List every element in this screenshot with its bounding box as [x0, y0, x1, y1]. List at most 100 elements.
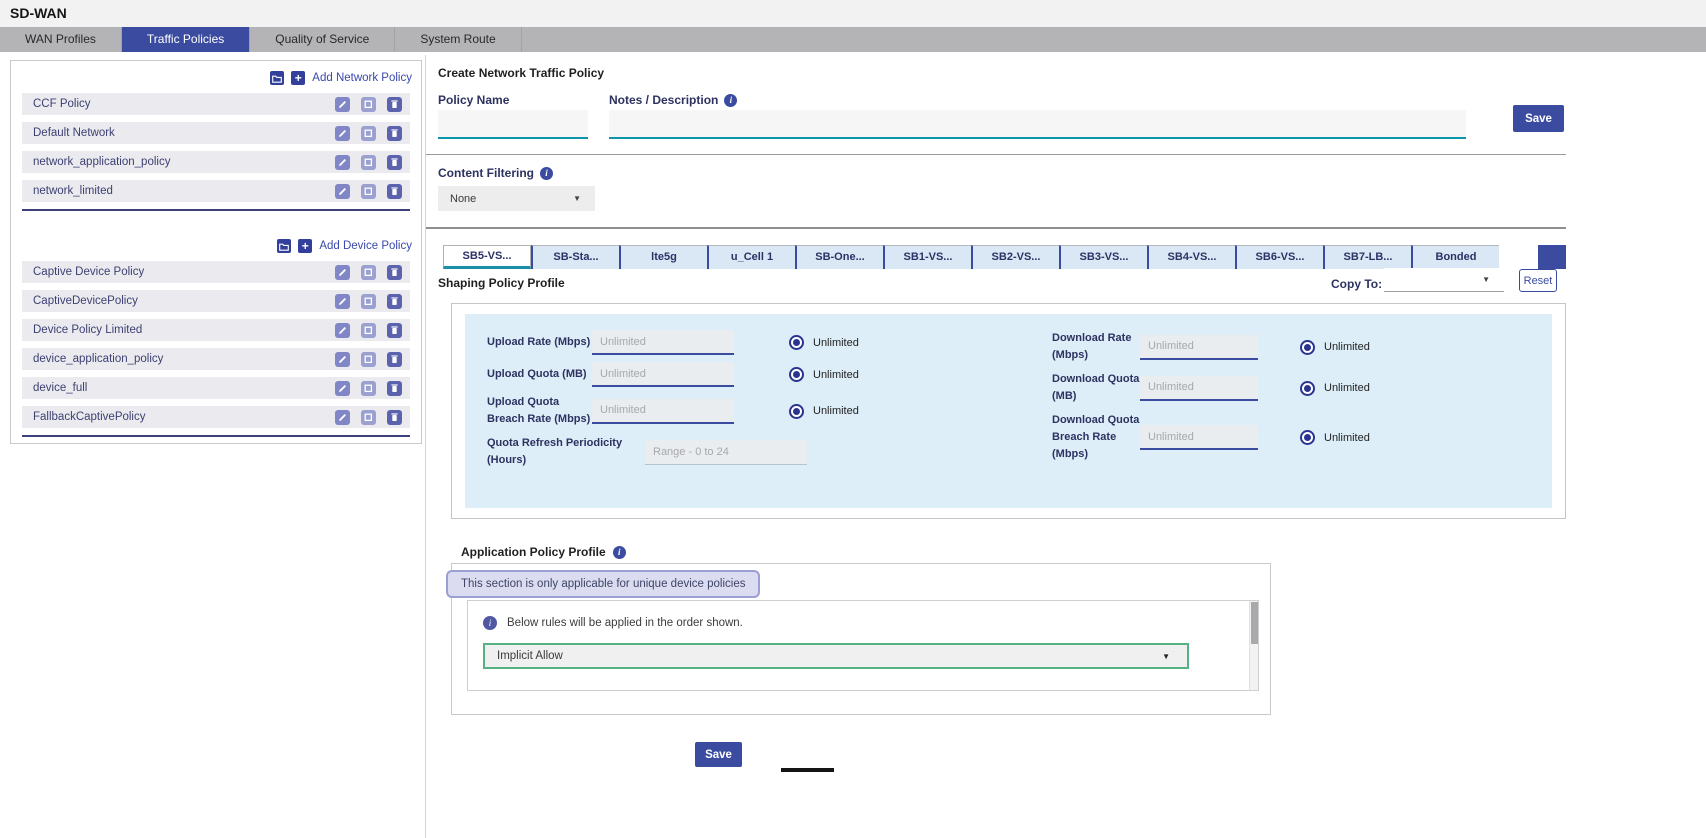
tab-scroll-button[interactable]	[1538, 245, 1566, 269]
download-quota-input[interactable]	[1140, 376, 1258, 401]
scrollbar-thumb[interactable]	[1251, 602, 1258, 644]
unlimited-radio[interactable]	[789, 367, 804, 382]
delete-icon[interactable]	[387, 381, 402, 396]
info-icon[interactable]: i	[613, 546, 626, 559]
divider	[426, 227, 1566, 229]
device-policy-row[interactable]: CaptiveDevicePolicy	[22, 290, 410, 312]
copy-icon[interactable]	[361, 184, 376, 199]
divider	[22, 435, 410, 437]
info-icon: i	[483, 616, 497, 630]
interface-tab[interactable]: SB1-VS...	[883, 245, 971, 269]
unlimited-radio[interactable]	[789, 335, 804, 350]
import-device-policy-button[interactable]	[277, 239, 291, 253]
delete-icon[interactable]	[387, 323, 402, 338]
delete-icon[interactable]	[387, 126, 402, 141]
delete-icon[interactable]	[387, 184, 402, 199]
upload-quota-input[interactable]	[592, 362, 734, 387]
add-network-policy-link[interactable]: Add Network Policy	[312, 72, 412, 84]
network-policy-row[interactable]: Default Network	[22, 122, 410, 144]
delete-icon[interactable]	[387, 352, 402, 367]
interface-tab[interactable]: SB-One...	[795, 245, 883, 269]
delete-icon[interactable]	[387, 294, 402, 309]
reset-button[interactable]: Reset	[1519, 269, 1557, 292]
network-policy-row[interactable]: CCF Policy	[22, 93, 410, 115]
network-policy-row[interactable]: network_limited	[22, 180, 410, 202]
delete-icon[interactable]	[387, 155, 402, 170]
device-policy-row[interactable]: Device Policy Limited	[22, 319, 410, 341]
add-device-policy-button[interactable]: +	[298, 239, 312, 253]
copy-icon[interactable]	[361, 97, 376, 112]
copy-icon[interactable]	[361, 126, 376, 141]
scrollbar[interactable]	[1249, 601, 1258, 690]
policy-name-label: Policy Name	[438, 93, 509, 107]
quota-refresh-input[interactable]	[645, 440, 807, 465]
download-quota-breach-input[interactable]	[1140, 425, 1258, 450]
folder-icon	[272, 74, 282, 83]
policy-name: Device Policy Limited	[22, 324, 335, 336]
upload-quota-breach-input[interactable]	[592, 399, 734, 424]
interface-tab[interactable]: SB6-VS...	[1235, 245, 1323, 269]
device-policy-row[interactable]: device_application_policy	[22, 348, 410, 370]
edit-icon[interactable]	[335, 184, 350, 199]
interface-tab[interactable]: lte5g	[619, 245, 707, 269]
tab-system-route[interactable]: System Route	[395, 27, 521, 52]
info-icon[interactable]: i	[724, 94, 737, 107]
unlimited-radio[interactable]	[1300, 340, 1315, 355]
unlimited-radio[interactable]	[789, 404, 804, 419]
copy-to-label: Copy To:	[1331, 277, 1382, 291]
edit-icon[interactable]	[335, 352, 350, 367]
add-network-policy-button[interactable]: +	[291, 71, 305, 85]
divider	[426, 154, 1566, 155]
save-policy-button[interactable]: Save	[695, 742, 742, 767]
tab-wan-profiles[interactable]: WAN Profiles	[0, 27, 122, 52]
copy-to-select[interactable]: ▼	[1384, 268, 1504, 292]
policy-name-input[interactable]	[438, 110, 588, 139]
edit-icon[interactable]	[335, 265, 350, 280]
download-rate-input[interactable]	[1140, 335, 1258, 360]
edit-icon[interactable]	[335, 155, 350, 170]
interface-tab[interactable]: SB3-VS...	[1059, 245, 1147, 269]
interface-tab[interactable]: SB4-VS...	[1147, 245, 1235, 269]
import-network-policy-button[interactable]	[270, 71, 284, 85]
edit-icon[interactable]	[335, 410, 350, 425]
add-device-policy-link[interactable]: Add Device Policy	[319, 240, 412, 252]
edit-icon[interactable]	[335, 381, 350, 396]
interface-tab[interactable]: SB7-LB...	[1323, 245, 1411, 269]
copy-icon[interactable]	[361, 410, 376, 425]
delete-icon[interactable]	[387, 410, 402, 425]
edit-icon[interactable]	[335, 97, 350, 112]
notes-input[interactable]	[609, 110, 1466, 139]
field-label: Upload Quota Breach Rate (Mbps)	[487, 394, 592, 428]
device-policy-row[interactable]: device_full	[22, 377, 410, 399]
interface-tab[interactable]: Bonded	[1411, 245, 1499, 269]
interface-tab[interactable]: u_Cell 1	[707, 245, 795, 269]
copy-icon[interactable]	[361, 265, 376, 280]
tab-traffic-policies[interactable]: Traffic Policies	[122, 27, 250, 52]
save-button[interactable]: Save	[1513, 105, 1564, 132]
interface-tab[interactable]: SB5-VS...	[443, 245, 531, 269]
copy-icon[interactable]	[361, 323, 376, 338]
device-policy-row[interactable]: FallbackCaptivePolicy	[22, 406, 410, 428]
copy-icon[interactable]	[361, 352, 376, 367]
device-policy-row[interactable]: Captive Device Policy	[22, 261, 410, 283]
rule-select[interactable]: Implicit Allow ▼	[483, 643, 1189, 669]
edit-icon[interactable]	[335, 294, 350, 309]
interface-tab[interactable]: SB2-VS...	[971, 245, 1059, 269]
copy-icon[interactable]	[361, 381, 376, 396]
info-icon[interactable]: i	[540, 167, 553, 180]
copy-icon[interactable]	[361, 155, 376, 170]
edit-icon[interactable]	[335, 323, 350, 338]
application-rules-box: i Below rules will be applied in the ord…	[467, 600, 1259, 691]
edit-icon[interactable]	[335, 126, 350, 141]
delete-icon[interactable]	[387, 97, 402, 112]
copy-icon[interactable]	[361, 294, 376, 309]
delete-icon[interactable]	[387, 265, 402, 280]
network-policy-row[interactable]: network_application_policy	[22, 151, 410, 173]
interface-tab[interactable]: SB-Sta...	[531, 245, 619, 269]
tab-quality-of-service[interactable]: Quality of Service	[250, 27, 395, 52]
content-filtering-select[interactable]: None ▼	[438, 186, 595, 211]
unlimited-radio[interactable]	[1300, 430, 1315, 445]
unlimited-radio[interactable]	[1300, 381, 1315, 396]
policy-name: device_application_policy	[22, 353, 335, 365]
upload-rate-input[interactable]	[592, 330, 734, 355]
